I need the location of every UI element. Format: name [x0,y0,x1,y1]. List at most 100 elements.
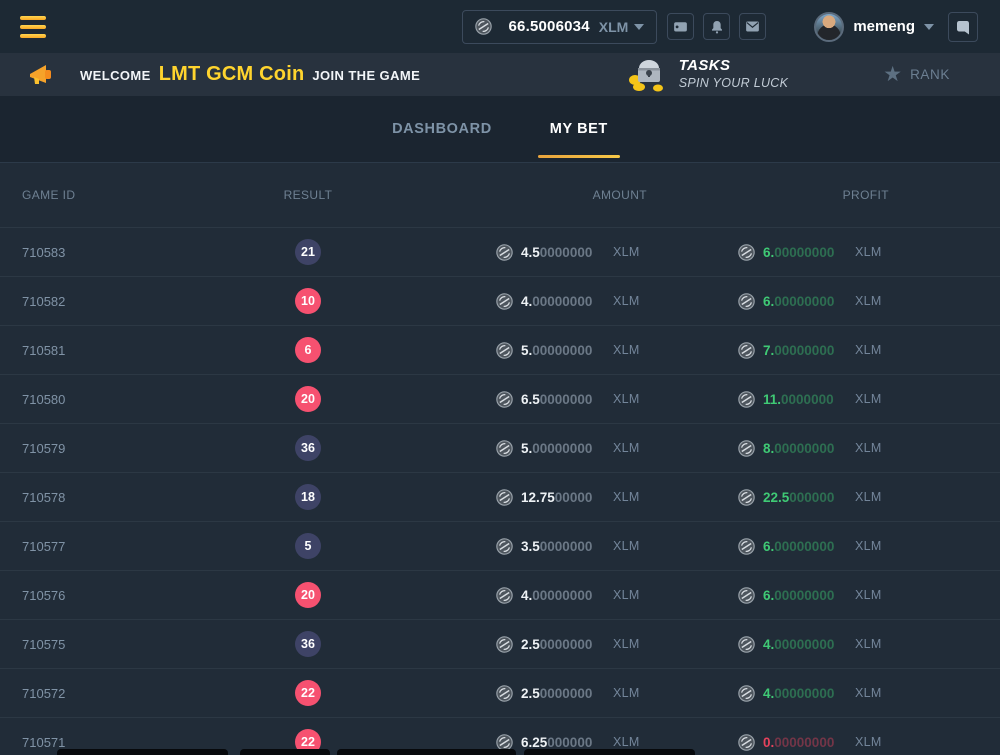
profit-value: 6.00000000 [763,539,845,554]
avatar [814,12,844,42]
table-row[interactable]: 710579 36 5.00000000 XLM [0,424,1000,473]
stellar-coin-icon [496,244,513,261]
result-badge: 6 [295,337,321,363]
stellar-coin-icon [496,538,513,555]
amount-value: 4.00000000 [521,588,603,603]
result-badge: 18 [295,484,321,510]
game-id: 710572 [22,686,260,701]
stellar-coin-icon [475,18,492,35]
wallet-button[interactable] [667,13,694,40]
game-id: 710579 [22,441,260,456]
profit-cell: 11.0000000 XLM [647,391,889,408]
tasks-subtitle: SPIN YOUR LUCK [679,76,789,92]
welcome-prefix: WELCOME [80,68,151,83]
amount-cell: 5.00000000 XLM [356,342,647,359]
stellar-coin-icon [496,636,513,653]
amount-value: 12.7500000 [521,490,603,505]
stellar-coin-icon [738,734,755,751]
footer-strip [0,749,1000,755]
profit-currency: XLM [855,637,889,651]
profit-currency: XLM [855,294,889,308]
stellar-coin-icon [738,244,755,261]
stellar-coin-icon [738,342,755,359]
amount-cell: 4.50000000 XLM [356,244,647,261]
amount-currency: XLM [613,490,647,504]
result-badge: 21 [295,239,321,265]
tab-bar: DASHBOARD MY BET [0,96,1000,163]
profit-value: 8.00000000 [763,441,845,456]
profit-value: 4.00000000 [763,686,845,701]
column-amount: AMOUNT [356,188,647,202]
game-id: 710571 [22,735,260,750]
profit-cell: 6.00000000 XLM [647,587,889,604]
tab-dashboard[interactable]: DASHBOARD [380,96,504,162]
user-menu[interactable]: memeng [814,12,934,42]
table-row[interactable]: 710581 6 5.00000000 XLM [0,326,1000,375]
announcement-banner: WELCOME LMT GCM Coin JOIN THE GAME TASKS… [0,53,1000,96]
table-row[interactable]: 710583 21 4.50000000 XLM [0,228,1000,277]
game-id: 710583 [22,245,260,260]
result-badge: 22 [295,680,321,706]
amount-cell: 4.00000000 XLM [356,587,647,604]
welcome-suffix: JOIN THE GAME [312,68,420,83]
amount-currency: XLM [613,637,647,651]
profit-currency: XLM [855,343,889,357]
amount-cell: 5.00000000 XLM [356,440,647,457]
table-row[interactable]: 710575 36 2.50000000 XLM [0,620,1000,669]
result-badge: 36 [295,435,321,461]
table-row[interactable]: 710578 18 12.7500000 XLM [0,473,1000,522]
profit-value: 6.00000000 [763,588,845,603]
result-badge: 20 [295,582,321,608]
treasure-chest-icon [625,58,669,92]
profit-value: 4.00000000 [763,637,845,652]
result-badge: 5 [295,533,321,559]
rank-button[interactable]: ★ RANK [883,64,950,85]
table-row[interactable]: 710572 22 2.50000000 XLM [0,669,1000,718]
amount-currency: XLM [613,294,647,308]
footer-block [337,749,516,755]
profit-currency: XLM [855,735,889,749]
messages-button[interactable] [739,13,766,40]
stellar-coin-icon [496,587,513,604]
profit-cell: 6.00000000 XLM [647,244,889,261]
game-id: 710575 [22,637,260,652]
amount-currency: XLM [613,686,647,700]
amount-cell: 2.50000000 XLM [356,636,647,653]
stellar-coin-icon [496,293,513,310]
table-row[interactable]: 710580 20 6.50000000 XLM [0,375,1000,424]
hamburger-menu-icon[interactable] [20,16,46,38]
chat-toggle-button[interactable] [948,12,978,42]
column-game-id: GAME ID [22,188,260,202]
table-row[interactable]: 710577 5 3.50000000 XLM [0,522,1000,571]
footer-block [524,749,695,755]
column-profit: PROFIT [647,188,889,202]
balance-selector[interactable]: 66.5006034 XLM [462,10,658,44]
stellar-coin-icon [496,342,513,359]
tasks-button[interactable]: TASKS SPIN YOUR LUCK [625,57,789,91]
stellar-coin-icon [738,587,755,604]
amount-value: 6.50000000 [521,392,603,407]
notifications-button[interactable] [703,13,730,40]
profit-currency: XLM [855,392,889,406]
profit-cell: 22.5000000 XLM [647,489,889,506]
profit-cell: 6.00000000 XLM [647,293,889,310]
profit-cell: 6.00000000 XLM [647,538,889,555]
tab-my-bet[interactable]: MY BET [538,96,620,162]
amount-value: 4.50000000 [521,245,603,260]
bell-icon [709,19,725,35]
amount-value: 6.25000000 [521,735,603,750]
result-badge: 36 [295,631,321,657]
footer-block [57,749,228,755]
profit-currency: XLM [855,539,889,553]
amount-value: 2.50000000 [521,686,603,701]
megaphone-icon [28,62,58,88]
profit-cell: 4.00000000 XLM [647,685,889,702]
game-id: 710577 [22,539,260,554]
amount-currency: XLM [613,343,647,357]
stellar-coin-icon [738,391,755,408]
game-id: 710582 [22,294,260,309]
game-id: 710576 [22,588,260,603]
amount-currency: XLM [613,441,647,455]
table-row[interactable]: 710576 20 4.00000000 XLM [0,571,1000,620]
table-row[interactable]: 710582 10 4.00000000 XLM [0,277,1000,326]
